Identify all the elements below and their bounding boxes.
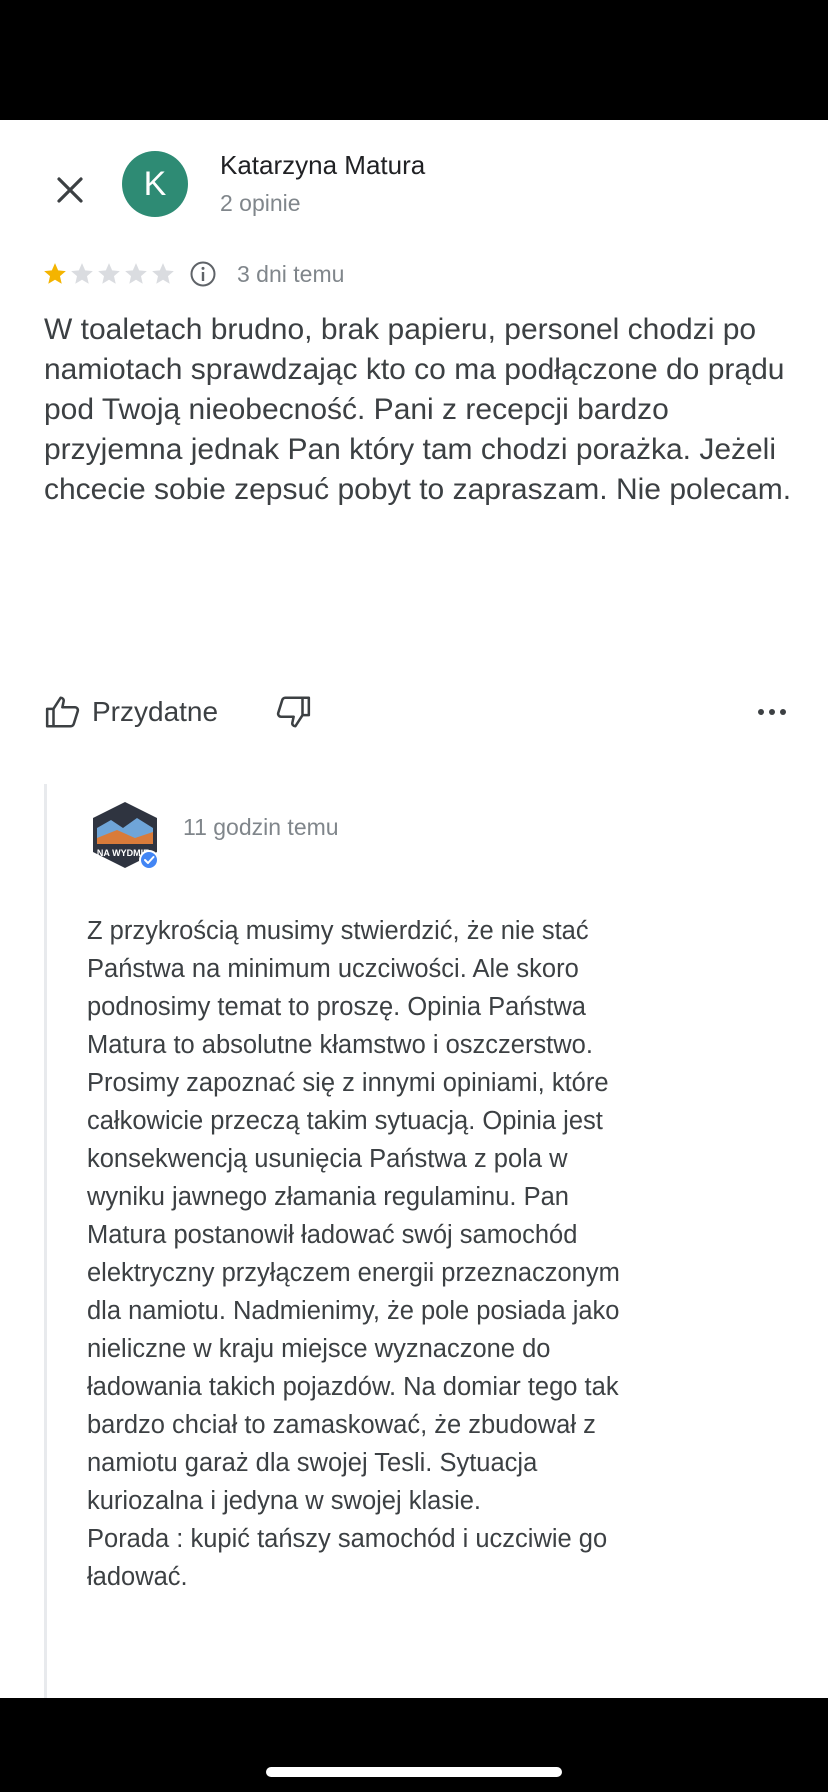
reply-text-line: ładowania takich pojazdów. Na domiar teg… — [87, 1373, 619, 1401]
verified-badge-icon — [139, 850, 159, 870]
not-helpful-button[interactable] — [274, 693, 312, 731]
owner-reply: NA WYDMIE 11 godzin temu Z przykrością m… — [44, 784, 787, 1698]
more-options-icon — [758, 709, 786, 715]
avatar-letter: K — [143, 164, 167, 203]
home-indicator[interactable] — [266, 1767, 562, 1777]
reply-text-line: Porada : kupić tańszy samochód i uczciwi… — [87, 1525, 608, 1553]
close-icon — [57, 177, 83, 203]
review-sheet: K Katarzyna Matura 2 opinie 3 dni temu W… — [0, 120, 828, 1698]
star-icon — [152, 263, 174, 284]
reply-text-line: elektryczny przyłączem energii przeznacz… — [87, 1259, 620, 1287]
reply-text-line: Z przykrością musimy stwierdzić, że nie … — [87, 917, 589, 945]
close-button[interactable] — [50, 170, 90, 210]
star-icon — [44, 263, 66, 284]
reply-text-line: dla namiotu. Nadmienimy, że pole posiada… — [87, 1297, 620, 1325]
reply-text-line: konsekwencją usunięcia Państwa z pola w — [87, 1145, 568, 1173]
info-icon[interactable] — [189, 260, 217, 288]
author-review-count: 2 opinie — [220, 190, 301, 216]
star-icon — [71, 263, 93, 284]
star-icon — [125, 263, 147, 284]
review-actions: Przydatne — [44, 690, 788, 734]
star-rating — [42, 261, 177, 287]
reply-text: Z przykrością musimy stwierdzić, że nie … — [87, 912, 777, 1596]
reply-text-line: całkowicie przeczą takim sytuacją. Opini… — [87, 1107, 603, 1135]
thumbs-down-icon — [276, 696, 311, 728]
helpful-label: Przydatne — [92, 696, 219, 727]
reply-text-line: nieliczne w kraju miejsce wyznaczone do — [87, 1335, 551, 1363]
review-text: W toaletach brudno, brak papieru, person… — [44, 313, 792, 506]
review-time: 3 dni temu — [237, 260, 345, 287]
more-options-button[interactable] — [756, 690, 788, 734]
reply-text-line: wyniku jawnego złamania regulaminu. Pan — [87, 1183, 569, 1211]
reply-text-line: podnosimy temat to proszę. Opinia Państw… — [87, 993, 586, 1021]
star-icon — [98, 263, 120, 284]
reply-text-line: Matura to absolutne kłamstwo i oszczerst… — [87, 1031, 593, 1059]
reply-text-line: kuriozalna i jedyna w swojej klasie. — [87, 1487, 482, 1515]
reply-text-line: ładować. — [87, 1563, 188, 1591]
reply-text-line: bardzo chciał to zamaskować, że zbudował… — [87, 1411, 596, 1439]
author-name[interactable]: Katarzyna Matura — [220, 150, 425, 181]
helpful-button[interactable]: Przydatne — [44, 693, 218, 731]
reply-text-line: Państwa na minimum uczciwości. Ale skoro — [87, 955, 579, 983]
rating-row: 3 dni temu — [42, 256, 344, 292]
reply-text-line: namiotu garaż dla swojej Tesli. Sytuacja — [87, 1449, 538, 1477]
reply-text-line: Matura postanowił ładować swój samochód — [87, 1221, 578, 1249]
thumbs-up-icon — [45, 696, 80, 728]
owner-logo[interactable]: NA WYDMIE — [87, 798, 163, 874]
reply-time: 11 godzin temu — [183, 814, 339, 840]
avatar[interactable]: K — [122, 151, 188, 217]
reply-text-line: Prosimy zapoznać się z innymi opiniami, … — [87, 1069, 609, 1097]
